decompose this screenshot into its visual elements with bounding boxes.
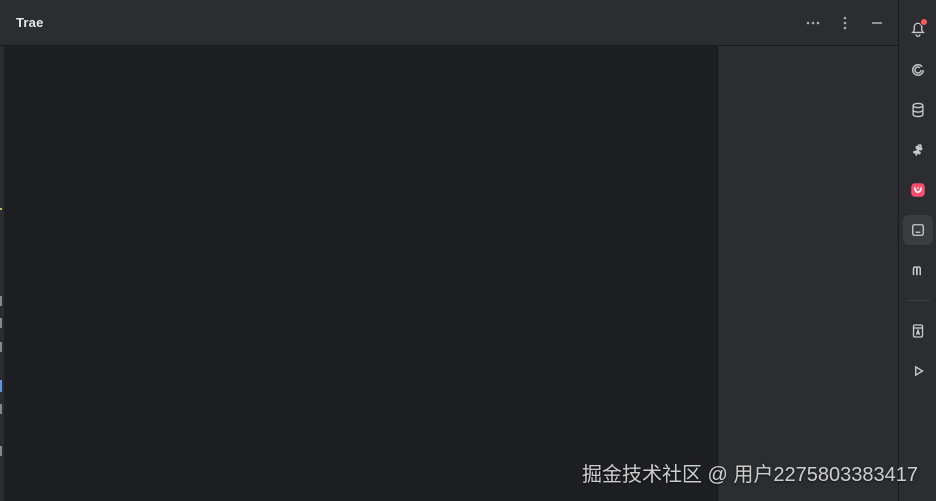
minimize-icon[interactable] — [866, 12, 888, 34]
toolbar-item-pink-app[interactable] — [899, 170, 936, 210]
notification-badge — [921, 19, 927, 25]
main-content — [4, 46, 718, 501]
pink-app-icon — [909, 181, 927, 199]
gutter-marker — [0, 446, 2, 456]
toolbar-item-notifications[interactable] — [899, 10, 936, 50]
tool-window-header: Trae — [0, 0, 898, 46]
reader-icon — [909, 322, 927, 340]
gutter-marker — [0, 318, 2, 328]
database-icon — [909, 101, 927, 119]
gutter-marker — [0, 342, 2, 352]
header-actions — [802, 12, 888, 34]
ide-screen: Trae 掘金技术社区 @ 用户2275803383417 — [0, 0, 936, 501]
toolbar-item-ai[interactable] — [899, 50, 936, 90]
toolbar-item-database[interactable] — [899, 90, 936, 130]
swirl-icon — [909, 61, 927, 79]
toolbar-separator — [905, 300, 930, 301]
toolbar-item-tool[interactable] — [899, 130, 936, 170]
gutter-marker — [0, 208, 2, 210]
tool-window-title: Trae — [16, 15, 44, 30]
panel-icon — [909, 221, 927, 239]
more-horizontal-icon[interactable] — [802, 12, 824, 34]
m-icon — [909, 261, 927, 279]
gutter-marker — [0, 404, 2, 414]
right-toolbar — [898, 0, 936, 501]
side-content — [718, 46, 898, 501]
monkey-icon — [909, 141, 927, 159]
play-icon — [909, 362, 927, 380]
more-vertical-icon[interactable] — [834, 12, 856, 34]
toolbar-item-reader[interactable] — [899, 311, 936, 351]
toolbar-item-m-tool[interactable] — [899, 250, 936, 290]
gutter-marker-accent — [0, 380, 2, 392]
toolbar-item-panel[interactable] — [902, 215, 933, 245]
gutter-marker — [0, 296, 2, 306]
toolbar-item-run[interactable] — [899, 351, 936, 391]
